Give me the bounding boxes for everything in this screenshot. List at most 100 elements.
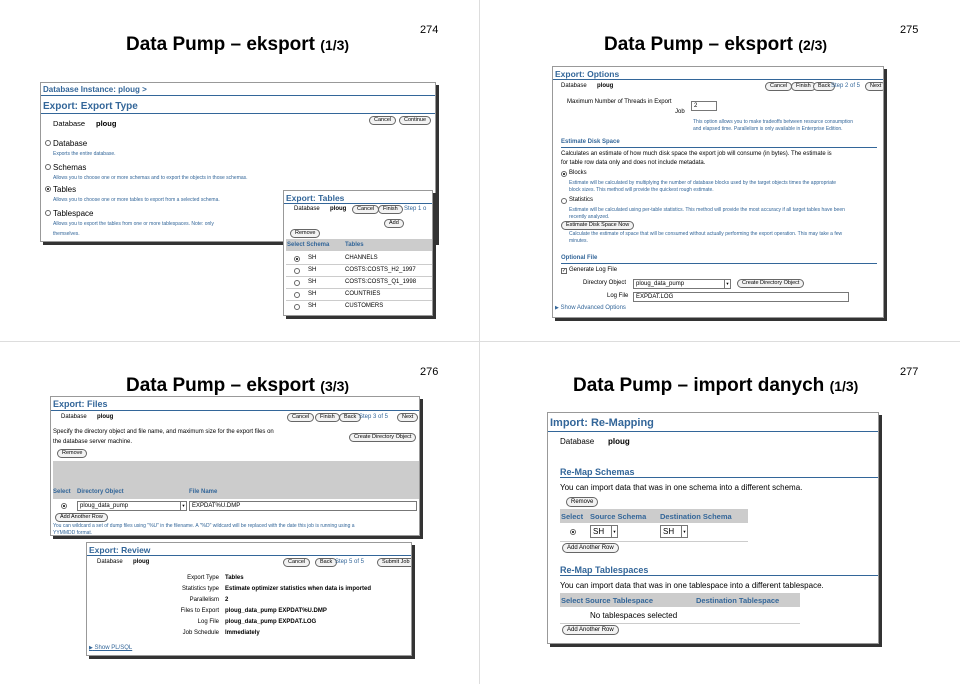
radio-tablespace[interactable] (45, 210, 51, 216)
slide-275: 275 Data Pump – eksport (2/3) Export: Op… (480, 0, 960, 342)
review-database-label: Database (97, 559, 123, 565)
popup-database-label: Database (294, 206, 320, 212)
files-desc-2: the database server machine. (53, 439, 133, 445)
review-header: Export: Review (89, 545, 151, 555)
file-name-input[interactable]: EXPDAT%U.DMP (189, 501, 417, 511)
review-step: Step 5 of 5 (335, 559, 365, 565)
blocks-desc-2: block sizes. This method will provide th… (569, 187, 714, 193)
step-indicator: Step 3 of 5 (359, 414, 389, 420)
continue-button[interactable]: Continue (399, 116, 432, 125)
create-directory-button[interactable]: Create Directory Object (349, 433, 417, 442)
review-back-button[interactable]: Back (315, 558, 338, 567)
remove-button[interactable]: Remove (57, 449, 88, 458)
row-radio[interactable] (294, 292, 300, 298)
popup-cancel-button[interactable]: Cancel (352, 205, 380, 214)
export-options-screenshot: Export: Options Database ploug Cancel Fi… (552, 66, 884, 318)
slide-title: Data Pump – eksport (2/3) (604, 34, 828, 55)
threads-note-2: and elapsed time. Parallelism is only av… (693, 126, 843, 132)
row-schema: SH (308, 291, 317, 297)
row-radio[interactable] (294, 256, 300, 262)
slide-number: 275 (900, 24, 919, 36)
generate-log-checkbox[interactable]: ✓ (561, 268, 567, 274)
show-advanced-link[interactable]: ▶ Show Advanced Options (555, 305, 626, 311)
cancel-button[interactable]: Cancel (765, 82, 793, 91)
remove-button[interactable]: Remove (566, 497, 599, 507)
wildcard-note-1: You can wildcard a set of dump files usi… (53, 523, 355, 529)
col-tables: Tables (345, 242, 364, 248)
next-button[interactable]: Next (865, 82, 883, 91)
finish-button[interactable]: Finish (791, 82, 816, 91)
submit-job-button[interactable]: Submit Job (377, 558, 411, 567)
radio-statistics[interactable] (561, 198, 567, 204)
radio-schemas[interactable] (45, 164, 51, 170)
review-label: Statistics type (181, 586, 219, 592)
option-tablespace-label: Tablespace (53, 209, 94, 218)
export-tables-popup: Export: Tables Database ploug Cancel Fin… (283, 190, 433, 316)
breadcrumb[interactable]: Database Instance: ploug > (43, 85, 147, 94)
create-directory-button[interactable]: Create Directory Object (737, 279, 805, 288)
next-button[interactable]: Next (397, 413, 419, 422)
row-radio[interactable] (294, 268, 300, 274)
directory-select[interactable]: ploug_data_pump ▼ (77, 501, 187, 511)
import-remapping-screenshot: Import: Re-Mapping Database ploug Re-Map… (547, 412, 879, 644)
directory-value: ploug_data_pump (636, 281, 685, 287)
option-database-label: Database (53, 139, 88, 148)
logfile-label: Log File (607, 293, 629, 299)
destination-schema-select[interactable]: SH ▼ (660, 525, 688, 538)
col-select: Select (561, 512, 584, 521)
col-source-tablespace: Select Source Tablespace (561, 596, 653, 605)
radio-database[interactable] (45, 140, 51, 146)
cancel-button[interactable]: Cancel (369, 116, 397, 125)
review-label: Export Type (187, 575, 219, 581)
page-header: Export: Options (555, 69, 620, 79)
review-label: Log File (197, 619, 219, 625)
remap-schemas-desc: You can import data that was in one sche… (560, 483, 803, 492)
option-tablespace-desc: Allows you to export the tables from one… (53, 221, 214, 227)
triangle-right-icon: ▶ (89, 645, 93, 651)
row-table: COUNTRIES (345, 291, 381, 297)
directory-label: Directory Object (583, 280, 627, 286)
remap-schemas-header: Re-Map Schemas (560, 467, 635, 477)
review-value: Immediately (225, 630, 260, 636)
row-radio[interactable] (294, 280, 300, 286)
finish-button[interactable]: Finish (315, 413, 340, 422)
popup-add-button[interactable]: Add (384, 219, 404, 228)
show-plsql-link[interactable]: ▶ Show PL/SQL (89, 645, 132, 651)
cancel-button[interactable]: Cancel (287, 413, 315, 422)
directory-select[interactable]: ploug_data_pump ▼ (633, 279, 731, 289)
popup-finish-button[interactable]: Finish (378, 205, 403, 214)
threads-label-1: Maximum Number of Threads in Export (567, 99, 672, 105)
option-tables-label: Tables (53, 185, 77, 194)
estimate-now-button[interactable]: Estimate Disk Space Now (561, 221, 635, 230)
review-label: Job Schedule (182, 630, 219, 636)
source-schema-select[interactable]: SH ▼ (590, 525, 618, 538)
radio-tables[interactable] (45, 186, 51, 192)
estimate-note-1: Calculate the estimate of space that wil… (569, 231, 843, 237)
row-radio[interactable] (294, 304, 300, 310)
review-value: 2 (225, 597, 229, 603)
chevron-down-icon: ▼ (724, 280, 730, 288)
row-radio[interactable] (61, 503, 67, 509)
add-row-button[interactable]: Add Another Row (562, 543, 619, 553)
review-cancel-button[interactable]: Cancel (283, 558, 311, 567)
popup-remove-button[interactable]: Remove (290, 229, 321, 238)
database-value: ploug (608, 437, 630, 446)
show-plsql-label: Show PL/SQL (94, 645, 133, 651)
review-label: Files to Export (180, 608, 219, 614)
back-button[interactable]: Back (339, 413, 362, 422)
add-row-button[interactable]: Add Another Row (55, 513, 108, 522)
export-review-popup: Export: Review Database ploug Cancel Bac… (86, 542, 412, 656)
threads-input[interactable]: 2 (691, 101, 717, 111)
database-label: Database (560, 437, 595, 446)
logfile-input[interactable]: EXPDAT.LOG (633, 292, 849, 302)
row-radio[interactable] (570, 529, 576, 535)
row-table: COSTS:COSTS_Q1_1998 (345, 279, 417, 285)
database-value: ploug (97, 414, 114, 420)
row-table: COSTS:COSTS_H2_1997 (345, 267, 416, 273)
radio-blocks[interactable] (561, 171, 567, 177)
review-value: Estimate optimizer statistics when data … (225, 586, 372, 592)
slide-274: 274 Data Pump – eksport (1/3) Database I… (0, 0, 480, 342)
add-row-button-2[interactable]: Add Another Row (562, 625, 619, 635)
row-schema: SH (308, 267, 317, 273)
col-destination-tablespace: Destination Tablespace (696, 596, 780, 605)
